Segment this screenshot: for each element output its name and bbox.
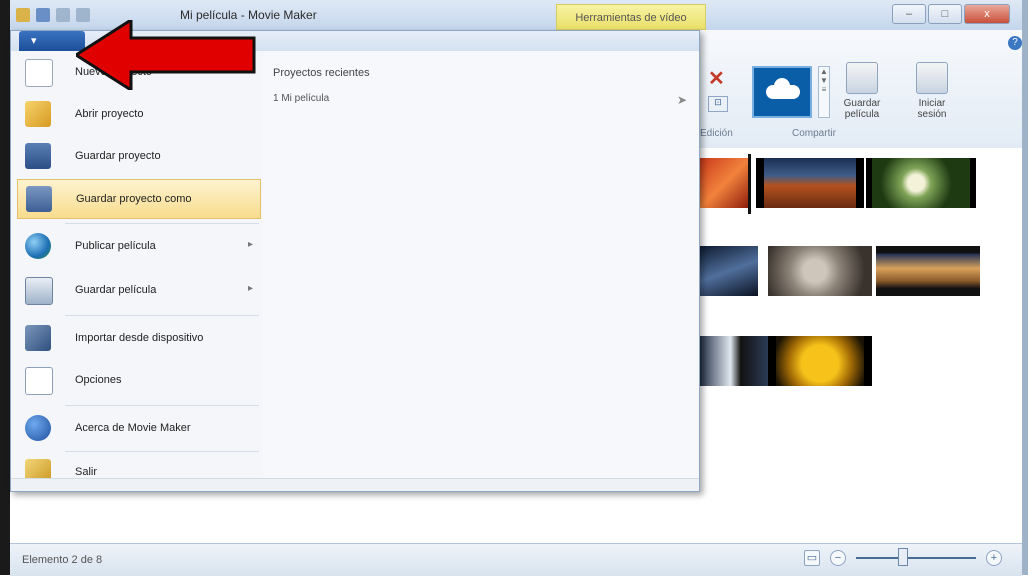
- recent-projects-panel: Proyectos recientes 1 Mi película ➤: [263, 51, 699, 481]
- menu-item-label: Salir: [75, 466, 98, 478]
- zoom-slider[interactable]: [856, 548, 976, 566]
- sign-in-button[interactable]: Iniciar sesión: [906, 62, 958, 120]
- zoom-controls: ▭ − +: [804, 548, 1002, 566]
- menu-item-import-device[interactable]: Importar desde dispositivo: [17, 319, 261, 359]
- publish-globe-icon: [25, 233, 51, 259]
- menu-separator: [65, 223, 259, 224]
- maximize-button[interactable]: □: [928, 4, 962, 24]
- app-icon: [16, 8, 30, 22]
- submenu-arrow-icon: ▸: [247, 283, 253, 294]
- window-frame-right: [1022, 0, 1028, 575]
- menu-item-label: Publicar película: [75, 240, 156, 252]
- save-movie-icon: [25, 277, 53, 305]
- clip-thumbnail[interactable]: [700, 158, 750, 208]
- menu-item-save-project[interactable]: Guardar proyecto: [17, 137, 261, 177]
- save-as-icon: [26, 186, 52, 212]
- sign-in-label: Iniciar sesión: [917, 98, 947, 120]
- info-icon: [25, 415, 51, 441]
- clip-thumbnail[interactable]: [700, 246, 758, 296]
- menu-item-open-project[interactable]: Abrir proyecto: [17, 95, 261, 135]
- menu-item-label: Guardar proyecto como: [76, 193, 192, 205]
- menu-separator: [65, 451, 259, 452]
- zoom-out-button[interactable]: −: [830, 550, 846, 566]
- menu-separator: [65, 315, 259, 316]
- menu-item-label: Guardar proyecto: [75, 150, 161, 162]
- close-button[interactable]: x: [964, 4, 1010, 24]
- menu-item-label: Guardar película: [75, 284, 157, 296]
- arrow-shape: [76, 20, 256, 90]
- menu-item-label: Acerca de Movie Maker: [75, 422, 191, 434]
- menu-item-save-movie[interactable]: Guardar película ▸: [17, 271, 261, 311]
- user-icon: [916, 62, 948, 94]
- menu-item-about[interactable]: Acerca de Movie Maker: [17, 409, 261, 449]
- menu-button-glyph: ▾: [31, 35, 37, 47]
- pin-icon[interactable]: ➤: [677, 93, 687, 107]
- onedrive-icon[interactable]: [752, 66, 812, 118]
- new-project-icon: [25, 59, 53, 87]
- contextual-tab-video-tools[interactable]: Herramientas de vídeo: [556, 4, 706, 30]
- zoom-in-button[interactable]: +: [986, 550, 1002, 566]
- window-frame-left: [0, 0, 10, 575]
- save-movie-ribbon-button[interactable]: Guardar película: [836, 62, 888, 120]
- aspect-ratio-icon[interactable]: ▭: [804, 550, 820, 566]
- edit-group-label: Edición: [700, 128, 733, 139]
- annotation-arrow-icon: [76, 20, 256, 90]
- submenu-arrow-icon: ▸: [247, 239, 253, 250]
- zoom-slider-thumb[interactable]: [898, 548, 908, 566]
- save-project-icon: [25, 143, 51, 169]
- quick-save-icon[interactable]: [36, 8, 50, 22]
- clip-thumbnail[interactable]: [866, 158, 976, 208]
- remove-icon[interactable]: ✕: [708, 66, 725, 91]
- application-menu: ▾ Nuevo proyecto Abrir proyecto Guardar …: [10, 30, 700, 492]
- status-text: Elemento 2 de 8: [22, 554, 103, 566]
- film-save-icon: [846, 62, 878, 94]
- window-controls: – □ x: [892, 4, 1010, 24]
- undo-icon[interactable]: [56, 8, 70, 22]
- status-bar: Elemento 2 de 8 ▭ − +: [10, 543, 1022, 576]
- menu-item-label: Opciones: [75, 374, 122, 386]
- clip-thumbnail[interactable]: [756, 158, 864, 208]
- application-menu-footer: [11, 478, 699, 491]
- fit-icon[interactable]: ⊡: [708, 96, 728, 112]
- recent-projects-title: Proyectos recientes: [273, 67, 370, 79]
- menu-separator: [65, 405, 259, 406]
- menu-item-label: Importar desde dispositivo: [75, 332, 204, 344]
- gallery-scroll[interactable]: ▲ ▼ ≡: [818, 66, 830, 118]
- menu-item-label: Abrir proyecto: [75, 108, 144, 120]
- minimize-button[interactable]: –: [892, 4, 926, 24]
- share-group-label: Compartir: [792, 128, 836, 139]
- application-menu-commands: Nuevo proyecto Abrir proyecto Guardar pr…: [11, 51, 264, 485]
- clip-thumbnail[interactable]: [768, 336, 872, 386]
- clip-thumbnail[interactable]: [700, 336, 768, 386]
- playhead[interactable]: [748, 154, 751, 214]
- clip-thumbnail[interactable]: [876, 246, 980, 296]
- options-icon: [25, 367, 53, 395]
- recent-project-item[interactable]: 1 Mi película: [273, 93, 329, 104]
- menu-item-options[interactable]: Opciones: [17, 361, 261, 401]
- help-icon[interactable]: ?: [1008, 36, 1022, 50]
- save-movie-ribbon-label: Guardar película: [843, 98, 881, 120]
- import-device-icon: [25, 325, 51, 351]
- clip-thumbnail[interactable]: [768, 246, 872, 296]
- menu-item-publish-movie[interactable]: Publicar película ▸: [17, 227, 261, 267]
- menu-item-save-project-as[interactable]: Guardar proyecto como: [17, 179, 261, 219]
- open-project-icon: [25, 101, 51, 127]
